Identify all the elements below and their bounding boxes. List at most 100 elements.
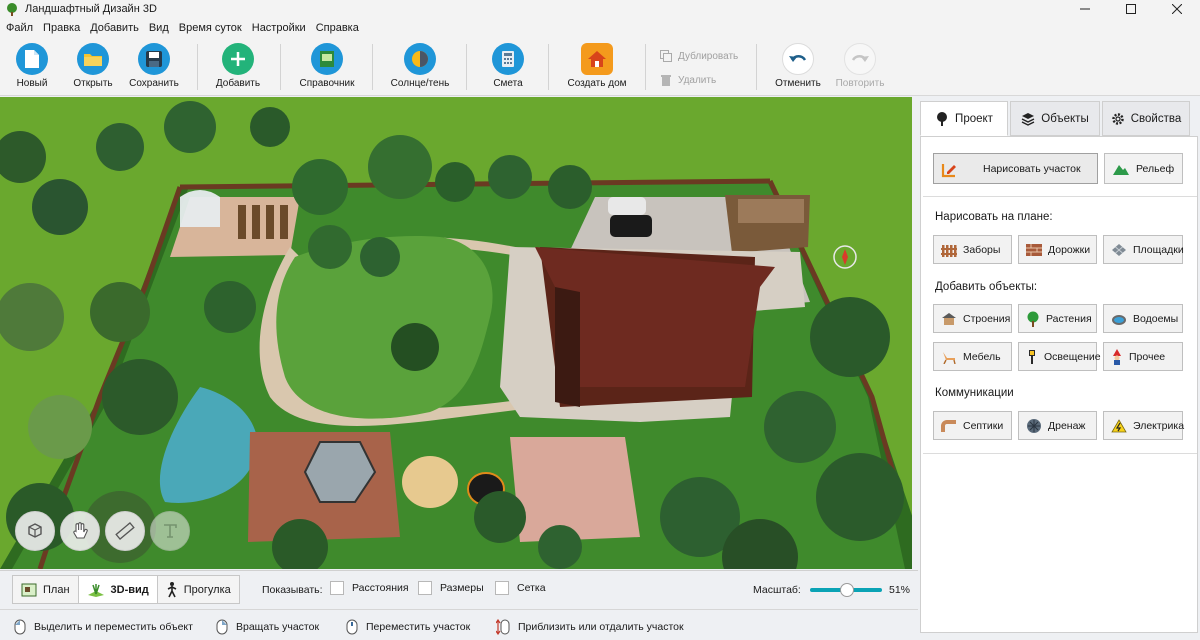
add-button[interactable]: Добавить — [202, 43, 274, 89]
mountain-icon — [1113, 164, 1129, 175]
project-tree-icon — [937, 111, 948, 126]
greenhouse — [180, 190, 220, 227]
high-voltage-icon — [1111, 418, 1127, 432]
redo-icon — [844, 43, 876, 75]
menu-help[interactable]: Справка — [311, 18, 364, 38]
hint-move: Переместить участок — [346, 619, 470, 635]
reference-button[interactable]: Справочник — [291, 43, 363, 89]
3d-grass-icon — [87, 583, 104, 597]
menu-view[interactable]: Вид — [144, 18, 174, 38]
duplicate-icon — [660, 50, 672, 62]
undo-icon — [782, 43, 814, 75]
floppy-icon — [138, 43, 170, 75]
paths-button[interactable]: Дорожки — [1018, 235, 1097, 264]
menu-edit[interactable]: Правка — [38, 18, 85, 38]
sun-icon — [404, 43, 436, 75]
view-mode-tabs: План 3D-вид Прогулка — [12, 575, 240, 604]
plants-button[interactable]: Растения — [1018, 304, 1097, 333]
tab-project[interactable]: Проект — [920, 101, 1008, 136]
close-button[interactable] — [1154, 0, 1200, 18]
zoom-value: 51% — [889, 584, 911, 596]
communications-heading: Коммуникации — [935, 387, 1014, 399]
redo-button[interactable]: Повторить — [824, 43, 896, 89]
sizes-checkbox[interactable]: Размеры — [418, 581, 484, 595]
white-car — [608, 197, 646, 215]
shed-icon — [942, 312, 956, 325]
hint-rotate: Вращать участок — [216, 619, 319, 635]
fence-icon — [941, 244, 957, 257]
view-bar: План 3D-вид Прогулка Показывать: Расстоя… — [0, 570, 918, 608]
menu-file[interactable]: Файл — [1, 18, 38, 38]
title-bar: Ландшафтный Дизайн 3D — [0, 0, 1200, 18]
zoom-slider[interactable] — [810, 583, 882, 597]
rotate-view-tool[interactable] — [15, 511, 55, 551]
platforms-button[interactable]: Площадки — [1103, 235, 1184, 264]
paving-icon — [1026, 243, 1042, 256]
gear-icon — [1112, 112, 1124, 125]
septic-button[interactable]: Септики — [933, 411, 1012, 440]
3d-viewport[interactable] — [0, 97, 912, 569]
drainage-button[interactable]: Дренаж — [1018, 411, 1097, 440]
zoom-slider-handle[interactable] — [839, 583, 854, 597]
show-label: Показывать: — [262, 584, 323, 596]
text-t-icon — [164, 524, 177, 538]
hand-icon — [73, 522, 88, 539]
lamp-icon — [1029, 349, 1035, 364]
suv-car — [610, 215, 652, 237]
tab-plan[interactable]: План — [13, 576, 79, 603]
chair-icon — [943, 351, 956, 364]
tab-properties[interactable]: Свойства — [1102, 101, 1190, 136]
sun-shadow-button[interactable]: Солнце/тень — [384, 43, 456, 89]
grid-checkbox[interactable]: Сетка — [495, 581, 546, 595]
app-tree-icon — [5, 2, 19, 16]
maximize-button[interactable] — [1108, 0, 1154, 18]
tree-icon — [1027, 311, 1039, 327]
furniture-button[interactable]: Мебель — [933, 342, 1012, 371]
estimate-button[interactable]: Смета — [472, 43, 544, 89]
calculator-icon — [492, 43, 524, 75]
menu-settings[interactable]: Настройки — [247, 18, 311, 38]
lighting-button[interactable]: Освещение — [1018, 342, 1101, 371]
sandbox — [402, 456, 458, 508]
text-tool[interactable] — [150, 511, 190, 551]
tab-3d-view[interactable]: 3D-вид — [78, 576, 158, 603]
tab-objects[interactable]: Объекты — [1010, 101, 1100, 136]
ruler-icon — [115, 522, 135, 540]
minimize-button[interactable] — [1062, 0, 1108, 18]
relief-button[interactable]: Рельеф — [1104, 153, 1183, 184]
garden-scene — [0, 97, 912, 569]
buildings-button[interactable]: Строения — [933, 304, 1012, 333]
pencil-corner-icon — [941, 163, 956, 177]
mouse-wheel-icon — [346, 619, 358, 635]
draw-plot-button[interactable]: Нарисовать участок — [933, 153, 1098, 184]
window-title: Ландшафтный Дизайн 3D — [25, 3, 157, 15]
electric-button[interactable]: Электрика — [1103, 411, 1184, 440]
create-house-button[interactable]: Создать дом — [561, 43, 633, 89]
tiles-icon — [1112, 243, 1126, 256]
save-button[interactable]: Сохранить — [118, 43, 190, 89]
delete-button[interactable]: Удалить — [660, 74, 716, 86]
pond-icon — [1112, 314, 1126, 325]
walking-person-icon — [167, 581, 177, 597]
mouse-right-icon — [216, 619, 228, 635]
mouse-left-icon — [14, 619, 26, 635]
measure-tool[interactable] — [105, 511, 145, 551]
tab-walk[interactable]: Прогулка — [158, 576, 239, 603]
pan-view-tool[interactable] — [60, 511, 100, 551]
project-panel: Нарисовать участок Рельеф Нарисовать на … — [920, 136, 1198, 633]
gnome-icon — [1113, 348, 1121, 365]
panel-tabs: Проект Объекты Свойства — [920, 101, 1192, 136]
add-objects-heading: Добавить объекты: — [935, 281, 1038, 293]
scale-label: Масштаб: — [753, 584, 801, 596]
right-panel: Проект Объекты Свойства Нарисовать участ… — [918, 97, 1200, 633]
sports-court — [510, 437, 640, 542]
other-button[interactable]: Прочее — [1103, 342, 1183, 371]
layers-icon — [1021, 112, 1035, 126]
ponds-button[interactable]: Водоемы — [1103, 304, 1183, 333]
fences-button[interactable]: Заборы — [933, 235, 1012, 264]
menu-add[interactable]: Добавить — [85, 18, 144, 38]
distances-checkbox[interactable]: Расстояния — [330, 581, 409, 595]
menu-daytime[interactable]: Время суток — [174, 18, 247, 38]
duplicate-button[interactable]: Дублировать — [660, 50, 738, 62]
pipe-icon — [941, 419, 956, 432]
